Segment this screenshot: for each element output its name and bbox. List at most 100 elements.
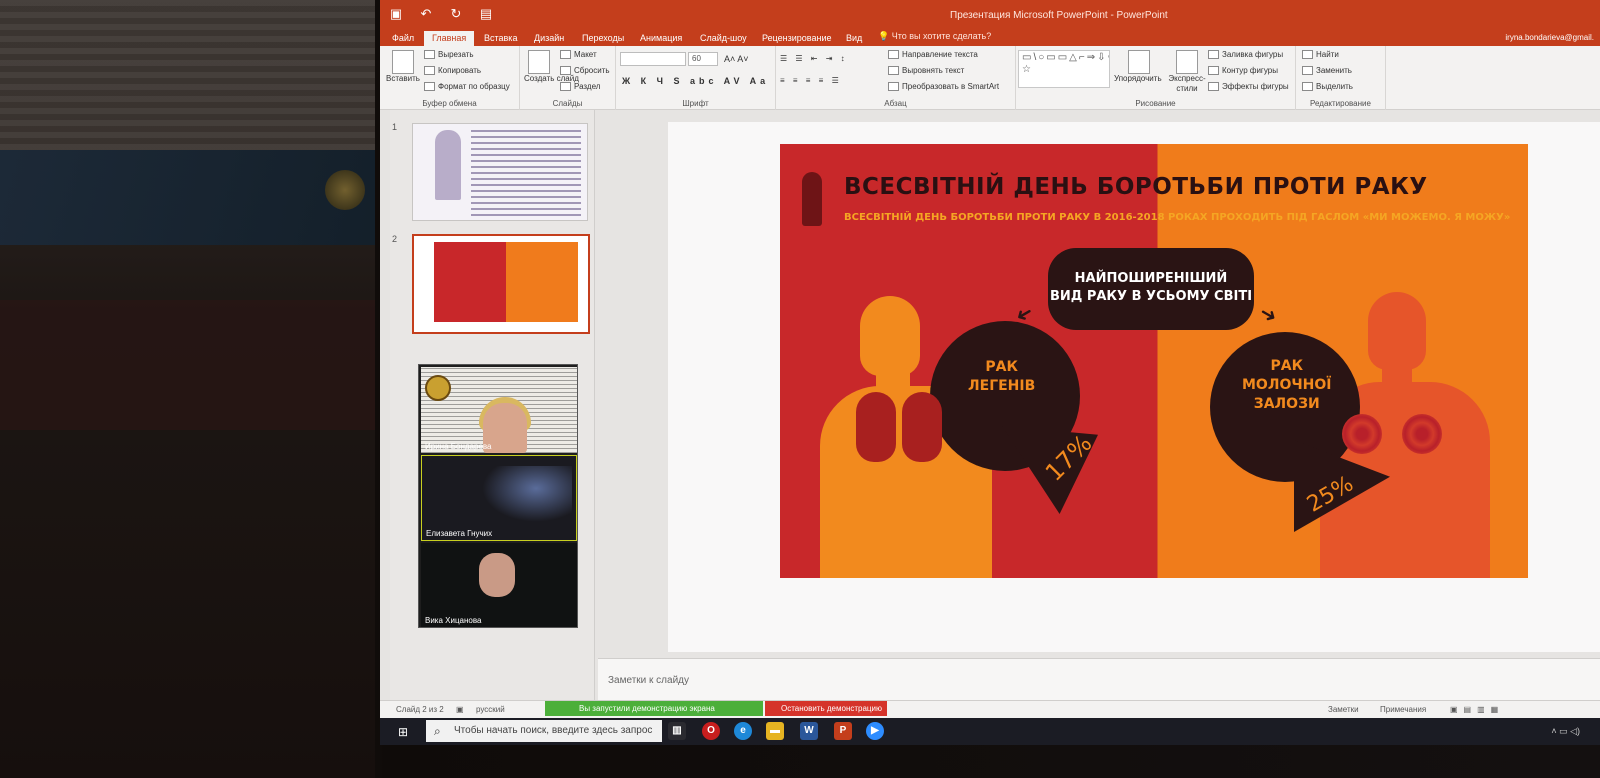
opera-icon[interactable]: O	[702, 722, 720, 740]
task-view-icon[interactable]: ▥	[668, 722, 686, 740]
tab-design[interactable]: Дизайн	[526, 31, 572, 46]
notes-pane[interactable]: Заметки к слайду	[598, 658, 1600, 700]
replace-button[interactable]: Заменить	[1302, 66, 1352, 76]
text-direction-icon	[888, 50, 899, 60]
cursor-icon	[1302, 82, 1313, 92]
edge-icon[interactable]: e	[734, 722, 752, 740]
arrange-button[interactable]: Упорядочить	[1114, 74, 1162, 83]
cut-button[interactable]: Вырезать	[424, 50, 474, 60]
align-buttons[interactable]: ≡ ≡ ≡ ≡ ☰	[780, 76, 842, 85]
save-icon[interactable]: ▣	[388, 6, 404, 22]
shape-effects-button[interactable]: Эффекты фигуры	[1208, 82, 1289, 92]
slide-counter: Слайд 2 из 2	[396, 705, 444, 714]
account-name[interactable]: iryna.bondarieva@gmail.	[1505, 33, 1594, 42]
shape-fill-button[interactable]: Заливка фигуры	[1208, 50, 1283, 60]
section-button[interactable]: Раздел	[560, 82, 600, 92]
select-button[interactable]: Выделить	[1302, 82, 1353, 92]
quick-styles-button[interactable]: Экспресс-стили	[1166, 74, 1208, 94]
tab-transitions[interactable]: Переходы	[574, 31, 632, 46]
tab-animations[interactable]: Анимация	[632, 31, 690, 46]
left-figure-head	[860, 296, 920, 376]
blurred-screen	[0, 150, 375, 245]
tab-insert[interactable]: Вставка	[476, 31, 525, 46]
smartart-icon	[888, 82, 899, 92]
shape-outline-button[interactable]: Контур фигуры	[1208, 66, 1278, 76]
lightbulb-icon: 💡	[878, 31, 892, 41]
participant-name-3: Вика Хицанова	[425, 616, 482, 625]
new-slide-icon[interactable]	[528, 50, 550, 74]
video-tile-2[interactable]: Елизавета Гнучих	[421, 455, 577, 541]
system-tray[interactable]: ˄ ▭ ◁)	[1551, 726, 1580, 737]
slide-canvas[interactable]: ВСЕСВІТНІЙ ДЕНЬ БОРОТЬБИ ПРОТИ РАКУ ВСЕС…	[668, 122, 1600, 652]
find-button[interactable]: Найти	[1302, 50, 1339, 60]
windows-start-icon[interactable]: ⊞	[398, 725, 412, 739]
tab-file[interactable]: Файл	[384, 31, 422, 46]
infographic-blocks	[471, 130, 581, 216]
video-tile-1[interactable]: Ирина Бондарева	[421, 367, 577, 453]
right-figure-head	[1368, 292, 1426, 370]
tab-view[interactable]: Вид	[838, 31, 870, 46]
copy-button[interactable]: Копировать	[424, 66, 482, 76]
arrange-icon[interactable]	[1128, 50, 1150, 74]
right-label-line-2: МОЛОЧНОЇ	[1242, 377, 1332, 393]
view-buttons[interactable]: ▣▤▥▦	[1450, 705, 1504, 714]
notes-toggle[interactable]: Заметки	[1328, 705, 1359, 714]
spellcheck-icon[interactable]: ▣	[456, 705, 464, 714]
text-direction-button[interactable]: Направление текста	[888, 50, 978, 60]
undo-icon[interactable]: ↶	[418, 6, 434, 22]
smartart-button[interactable]: Преобразовать в SmartArt	[888, 82, 999, 92]
word-icon[interactable]: W	[800, 722, 818, 740]
slide-subtitle[interactable]: ВСЕСВІТНІЙ ДЕНЬ БОРОТЬБИ ПРОТИ РАКУ В 20…	[844, 212, 1510, 223]
left-lung	[856, 392, 896, 462]
font-format-buttons[interactable]: Ж К Ч S abc AV Aa	[622, 76, 769, 86]
right-label-line-1: РАК	[1270, 358, 1304, 374]
ribbon-tabs: Файл Главная Вставка Дизайн Переходы Ани…	[380, 30, 1600, 46]
redo-icon[interactable]: ↻	[448, 6, 464, 22]
layout-button[interactable]: Макет	[560, 50, 597, 60]
slide-thumbnail-1[interactable]	[412, 123, 588, 221]
copy-label: Копировать	[438, 66, 482, 75]
arrow-right-icon: ➜	[1255, 301, 1281, 329]
slide-title[interactable]: ВСЕСВІТНІЙ ДЕНЬ БОРОТЬБИ ПРОТИ РАКУ	[844, 174, 1428, 200]
awareness-ribbon-icon	[435, 130, 461, 200]
slide-thumbnail-2[interactable]	[412, 234, 590, 334]
tell-me-box[interactable]: 💡 Что вы хотите сделать?	[878, 31, 991, 42]
stop-share-button[interactable]: Остановить демонстрацию	[765, 701, 887, 716]
slide[interactable]: ВСЕСВІТНІЙ ДЕНЬ БОРОТЬБИ ПРОТИ РАКУ ВСЕС…	[780, 144, 1528, 578]
format-painter-button[interactable]: Формат по образцу	[424, 82, 510, 92]
tab-review[interactable]: Рецензирование	[754, 31, 840, 46]
reset-button[interactable]: Сбросить	[560, 66, 610, 76]
tab-slideshow[interactable]: Слайд-шоу	[692, 31, 755, 46]
video-tile-3[interactable]: Вика Хицанова	[421, 543, 577, 627]
participant-face	[479, 553, 515, 597]
powerpoint-icon[interactable]: P	[834, 722, 852, 740]
font-name-input[interactable]	[620, 52, 686, 66]
participant-silhouette	[482, 466, 572, 522]
paste-button[interactable]: Вставить	[386, 74, 420, 83]
shapes-gallery[interactable]: ▭\○▭▭△⌐⇒⇩↺{}☆	[1018, 50, 1110, 88]
tab-home[interactable]: Главная	[424, 31, 475, 46]
language-indicator[interactable]: русский	[476, 705, 505, 714]
callout-bubble: НАЙПОШИРЕНІШИЙ ВИД РАКУ В УСЬОМУ СВІТІ	[1048, 248, 1254, 330]
left-label-line-1: РАК	[985, 359, 1018, 375]
slide-editor: ВСЕСВІТНІЙ ДЕНЬ БОРОТЬБИ ПРОТИ РАКУ ВСЕС…	[598, 110, 1600, 658]
breast-icon-right	[1402, 414, 1442, 454]
list-buttons[interactable]: ☰ ☰ ⇤ ⇥ ↕	[780, 54, 848, 63]
paste-icon[interactable]	[392, 50, 414, 74]
grow-font-button[interactable]: A˄ A˅	[724, 54, 749, 64]
comments-toggle[interactable]: Примечания	[1380, 705, 1426, 714]
background-blur	[0, 0, 375, 778]
cut-label: Вырезать	[438, 50, 474, 59]
zoom-icon[interactable]: ▶	[866, 722, 884, 740]
font-size-input[interactable]: 60	[688, 52, 718, 66]
file-explorer-icon[interactable]: ▬	[766, 722, 784, 740]
search-placeholder: Чтобы начать поиск, введите здесь запрос	[454, 725, 653, 736]
start-slideshow-icon[interactable]: ▤	[478, 6, 494, 22]
thumbnail-preview	[434, 242, 578, 322]
align-text-button[interactable]: Выровнять текст	[888, 66, 964, 76]
paragraph-group: ☰ ☰ ⇤ ⇥ ↕ ≡ ≡ ≡ ≡ ☰ Направление текста В…	[776, 46, 1016, 110]
pencil-icon	[1208, 66, 1219, 76]
taskbar-search[interactable]: ⌕ Чтобы начать поиск, введите здесь запр…	[426, 720, 662, 742]
quick-styles-icon[interactable]	[1176, 50, 1198, 74]
slides-group: Создать слайд Макет Сбросить Раздел Слай…	[520, 46, 616, 110]
